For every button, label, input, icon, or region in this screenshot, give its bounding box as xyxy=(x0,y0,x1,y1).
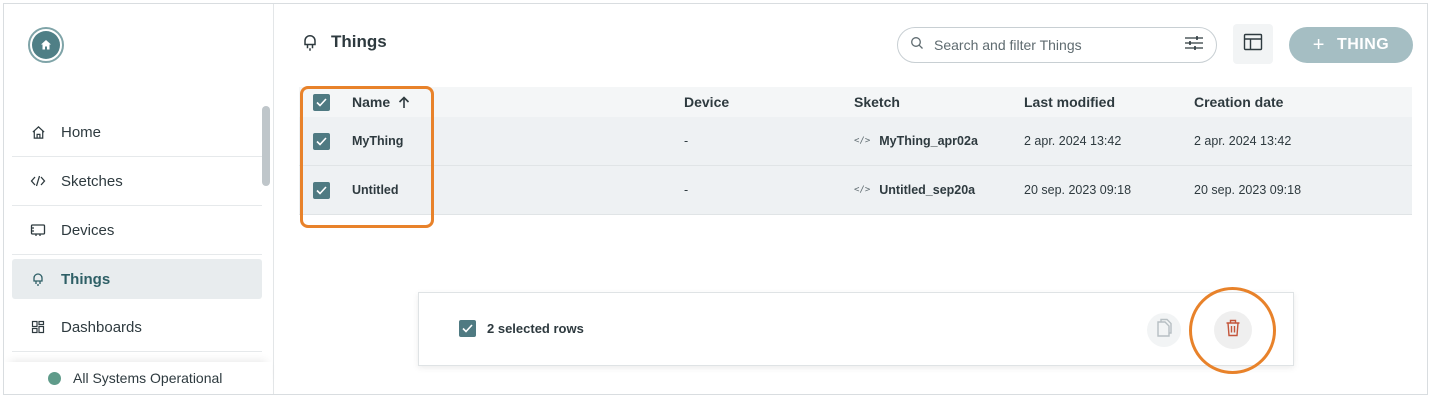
code-icon: </> xyxy=(854,136,871,146)
sidebar-item-label: Sketches xyxy=(61,172,123,190)
status-dot-icon xyxy=(48,371,61,385)
scrollbar-thumb[interactable] xyxy=(262,106,270,186)
table-layout-icon xyxy=(1243,33,1263,56)
dashboard-icon xyxy=(30,319,46,335)
table-row[interactable]: Untitled - </> Untitled_sep20a 20 sep. 2… xyxy=(299,166,1412,215)
thing-icon xyxy=(30,271,46,287)
page-title: Things xyxy=(301,32,387,52)
creation-date-cell: 20 sep. 2023 09:18 xyxy=(1194,183,1302,197)
search-bar[interactable] xyxy=(897,27,1217,63)
home-logo-icon xyxy=(32,31,60,59)
search-input[interactable] xyxy=(934,37,1184,53)
column-header-sketch[interactable]: Sketch xyxy=(854,94,1024,110)
sidebar-nav: Home Sketches Devices Things Dashboards xyxy=(12,108,262,352)
device-cell: - xyxy=(684,183,689,197)
selected-rows-label: 2 selected rows xyxy=(487,321,584,336)
sketch-name: Untitled_sep20a xyxy=(879,183,976,197)
duplicate-button[interactable] xyxy=(1147,313,1181,347)
table-header: Name Device Sketch Last modified Creatio… xyxy=(299,87,1412,117)
column-header-last-modified[interactable]: Last modified xyxy=(1024,94,1194,110)
copy-icon xyxy=(1155,318,1173,343)
add-thing-button[interactable]: + THING xyxy=(1289,27,1413,63)
last-modified-cell: 2 apr. 2024 13:42 xyxy=(1024,134,1122,148)
search-icon xyxy=(910,36,924,55)
sidebar-item-label: Things xyxy=(61,270,111,288)
creation-date-cell: 2 apr. 2024 13:42 xyxy=(1194,134,1292,148)
sketch-cell[interactable]: </> MyThing_apr02a xyxy=(854,134,1024,148)
sidebar: Home Sketches Devices Things Dashboards … xyxy=(4,4,274,394)
bulk-select-checkbox[interactable] xyxy=(459,320,476,337)
things-table: Name Device Sketch Last modified Creatio… xyxy=(299,87,1412,215)
delete-highlight-annotation xyxy=(1189,287,1276,374)
plus-icon: + xyxy=(1312,33,1325,56)
status-text: All Systems Operational xyxy=(73,370,223,386)
column-header-device[interactable]: Device xyxy=(684,94,854,110)
code-icon: </> xyxy=(854,185,871,195)
sidebar-scrollbar[interactable] xyxy=(262,104,270,364)
sidebar-item-label: Home xyxy=(61,123,102,141)
sidebar-item-label: Dashboards xyxy=(61,318,142,336)
system-status[interactable]: All Systems Operational xyxy=(4,362,272,394)
table-row[interactable]: MyThing - </> MyThing_apr02a 2 apr. 2024… xyxy=(299,117,1412,166)
sidebar-item-devices[interactable]: Devices xyxy=(12,206,262,255)
app-window: Home Sketches Devices Things Dashboards … xyxy=(3,3,1428,395)
table-layout-button[interactable] xyxy=(1233,24,1273,64)
sidebar-item-home[interactable]: Home xyxy=(12,108,262,157)
sidebar-item-sketches[interactable]: Sketches xyxy=(12,157,262,206)
column-header-creation-date[interactable]: Creation date xyxy=(1194,94,1364,110)
home-logo-button[interactable] xyxy=(28,27,64,63)
last-modified-cell: 20 sep. 2023 09:18 xyxy=(1024,183,1132,197)
bulk-action-bar: 2 selected rows xyxy=(418,292,1294,366)
selection-highlight-annotation xyxy=(300,86,434,228)
selection-summary: 2 selected rows xyxy=(459,320,584,337)
sidebar-item-label: Devices xyxy=(61,221,115,239)
device-cell: - xyxy=(684,134,689,148)
sidebar-item-things[interactable]: Things xyxy=(12,259,262,299)
sidebar-item-dashboards[interactable]: Dashboards xyxy=(12,303,262,352)
sketch-name: MyThing_apr02a xyxy=(879,134,978,148)
code-icon xyxy=(30,173,46,189)
filter-icon[interactable] xyxy=(1184,35,1204,56)
add-thing-label: THING xyxy=(1336,36,1390,53)
thing-icon xyxy=(301,32,319,52)
device-icon xyxy=(30,222,46,238)
sketch-cell[interactable]: </> Untitled_sep20a xyxy=(854,183,1024,197)
page-title-text: Things xyxy=(331,32,387,51)
home-icon xyxy=(30,124,46,140)
